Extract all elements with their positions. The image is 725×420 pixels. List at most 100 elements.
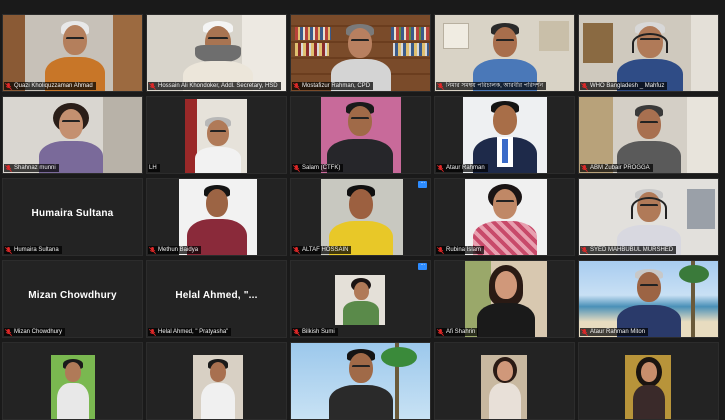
participant-name: WHO Bangladesh _ Mahfuz xyxy=(590,83,665,89)
participant-name-label: ALTAF HOSSAIN xyxy=(292,246,352,254)
participant-video xyxy=(147,343,286,419)
participant-display-name: Helal Ahmed, "... xyxy=(175,290,258,301)
participant-video xyxy=(435,343,574,419)
participant-name: Salam (CTFK) xyxy=(302,165,341,171)
participant-tile[interactable]: LH xyxy=(146,96,287,174)
participant-video xyxy=(579,343,718,419)
participant-tile[interactable] xyxy=(290,342,431,420)
participant-name-label: Bilkish Sumi xyxy=(292,328,338,336)
mic-muted-icon xyxy=(5,164,12,172)
participant-name-label: Helal Ahmed, " Pratyasha" xyxy=(148,328,232,336)
participant-name: SYED MAHBUBUL MURSHED xyxy=(590,247,674,253)
participant-tile[interactable]: Mostafizur Rahman, CPD xyxy=(290,14,431,92)
participant-video xyxy=(3,15,142,91)
participant-video xyxy=(147,97,286,173)
participant-tile[interactable]: Ataur Rahman Miton xyxy=(578,260,719,338)
participant-name: Methun Baidya xyxy=(158,247,199,253)
mic-muted-icon xyxy=(149,82,156,90)
participant-display-name: Humaira Sultana xyxy=(31,208,114,219)
participant-tile[interactable]: নিমার সমম্বয় পরিচালক, আরবীর পরিদর্শন xyxy=(434,14,575,92)
participant-video xyxy=(579,97,718,173)
participant-name: Ataur Rahman xyxy=(446,165,485,171)
participant-video xyxy=(291,343,430,419)
participant-video xyxy=(147,179,286,255)
participant-name-label: Shahnaz munni xyxy=(4,164,59,172)
participant-tile[interactable]: Salam (CTFK) xyxy=(290,96,431,174)
participant-tile[interactable] xyxy=(578,342,719,420)
participant-name-label: Humaira Sultana xyxy=(4,246,62,254)
participant-video xyxy=(291,97,430,173)
participant-tile[interactable] xyxy=(146,342,287,420)
participant-name: ALTAF HOSSAIN xyxy=(302,247,349,253)
participant-name-label: Rubina Islam xyxy=(436,246,485,254)
participant-video xyxy=(147,15,286,91)
mic-muted-icon xyxy=(581,246,588,254)
more-options-icon[interactable]: ··· xyxy=(418,180,427,188)
participant-name-label: Mizan Chowdhury xyxy=(4,328,66,336)
participant-tile[interactable]: Ataur Rahman xyxy=(434,96,575,174)
participant-display-name: Mizan Chowdhury xyxy=(28,290,117,301)
participant-name-label: Salam (CTFK) xyxy=(292,164,344,172)
participant-video xyxy=(435,261,574,337)
participant-name-label: Methun Baidya xyxy=(148,246,202,254)
participant-name: Shahnaz munni xyxy=(14,165,56,171)
participant-name: Rubina Islam xyxy=(446,247,482,253)
mic-muted-icon xyxy=(5,246,12,254)
mic-muted-icon xyxy=(5,328,12,336)
mic-muted-icon xyxy=(581,82,588,90)
participant-name: Helal Ahmed, " Pratyasha" xyxy=(158,329,229,335)
participant-tile[interactable] xyxy=(2,342,143,420)
participant-tile[interactable]: WHO Bangladesh _ Mahfuz xyxy=(578,14,719,92)
participant-tile[interactable]: Rubina Islam xyxy=(434,178,575,256)
mic-muted-icon xyxy=(293,246,300,254)
participant-name-label: নিমার সমম্বয় পরিচালক, আরবীর পরিদর্শন xyxy=(436,82,547,90)
mic-muted-icon xyxy=(437,82,444,90)
participant-name-label: Afi Shahrin xyxy=(436,328,479,336)
participant-video xyxy=(291,15,430,91)
more-options-icon[interactable]: ··· xyxy=(418,262,427,270)
participant-name-label: Quazi Kholiquzzaman Ahmad xyxy=(4,82,96,90)
participant-tile[interactable]: Hossain Ali Khondoker, Addl. Secretary, … xyxy=(146,14,287,92)
mic-muted-icon xyxy=(581,328,588,336)
participant-tile[interactable]: Quazi Kholiquzzaman Ahmad xyxy=(2,14,143,92)
participant-tile[interactable]: Humaira Sultana Humaira Sultana xyxy=(2,178,143,256)
participant-video xyxy=(3,343,142,419)
participant-name: LH xyxy=(149,165,157,171)
participant-tile[interactable]: ABM Zubair PROGGA xyxy=(578,96,719,174)
mic-muted-icon xyxy=(437,328,444,336)
participant-video xyxy=(3,97,142,173)
participant-name-label: Hossain Ali Khondoker, Addl. Secretary, … xyxy=(148,82,281,90)
participant-tile[interactable]: Afi Shahrin xyxy=(434,260,575,338)
participant-name-label: LH xyxy=(148,164,160,172)
participant-tile[interactable]: ··· Bilkish Sumi xyxy=(290,260,431,338)
participant-name: নিমার সমম্বয় পরিচালক, আরবীর পরিদর্শন xyxy=(446,83,544,89)
participant-tile[interactable]: ··· ALTAF HOSSAIN xyxy=(290,178,431,256)
participant-tile[interactable]: Methun Baidya xyxy=(146,178,287,256)
participant-tile[interactable]: SYED MAHBUBUL MURSHED xyxy=(578,178,719,256)
participant-name: ABM Zubair PROGGA xyxy=(590,165,650,171)
participant-video xyxy=(579,261,718,337)
participant-video xyxy=(291,261,430,337)
participant-name-label: Ataur Rahman Miton xyxy=(580,328,649,336)
participant-tile[interactable]: Helal Ahmed, "... Helal Ahmed, " Pratyas… xyxy=(146,260,287,338)
mic-muted-icon xyxy=(293,82,300,90)
participant-tile[interactable]: Shahnaz munni xyxy=(2,96,143,174)
participant-name: Mizan Chowdhury xyxy=(14,329,63,335)
participant-name-label: Ataur Rahman xyxy=(436,164,488,172)
participant-name: Afi Shahrin xyxy=(446,329,476,335)
mic-muted-icon xyxy=(437,164,444,172)
participant-name-label: WHO Bangladesh _ Mahfuz xyxy=(580,82,668,90)
participant-video xyxy=(579,179,718,255)
participant-name: Humaira Sultana xyxy=(14,247,59,253)
mic-muted-icon xyxy=(437,246,444,254)
participant-video xyxy=(435,15,574,91)
participant-name: Quazi Kholiquzzaman Ahmad xyxy=(14,83,93,89)
video-gallery: Quazi Kholiquzzaman Ahmad Hossain Ali Kh… xyxy=(2,14,719,420)
participant-video xyxy=(435,179,574,255)
participant-tile[interactable]: Mizan Chowdhury Mizan Chowdhury xyxy=(2,260,143,338)
mic-muted-icon xyxy=(293,164,300,172)
participant-tile[interactable] xyxy=(434,342,575,420)
mic-muted-icon xyxy=(5,82,12,90)
mic-muted-icon xyxy=(581,164,588,172)
participant-name: Mostafizur Rahman, CPD xyxy=(302,83,371,89)
